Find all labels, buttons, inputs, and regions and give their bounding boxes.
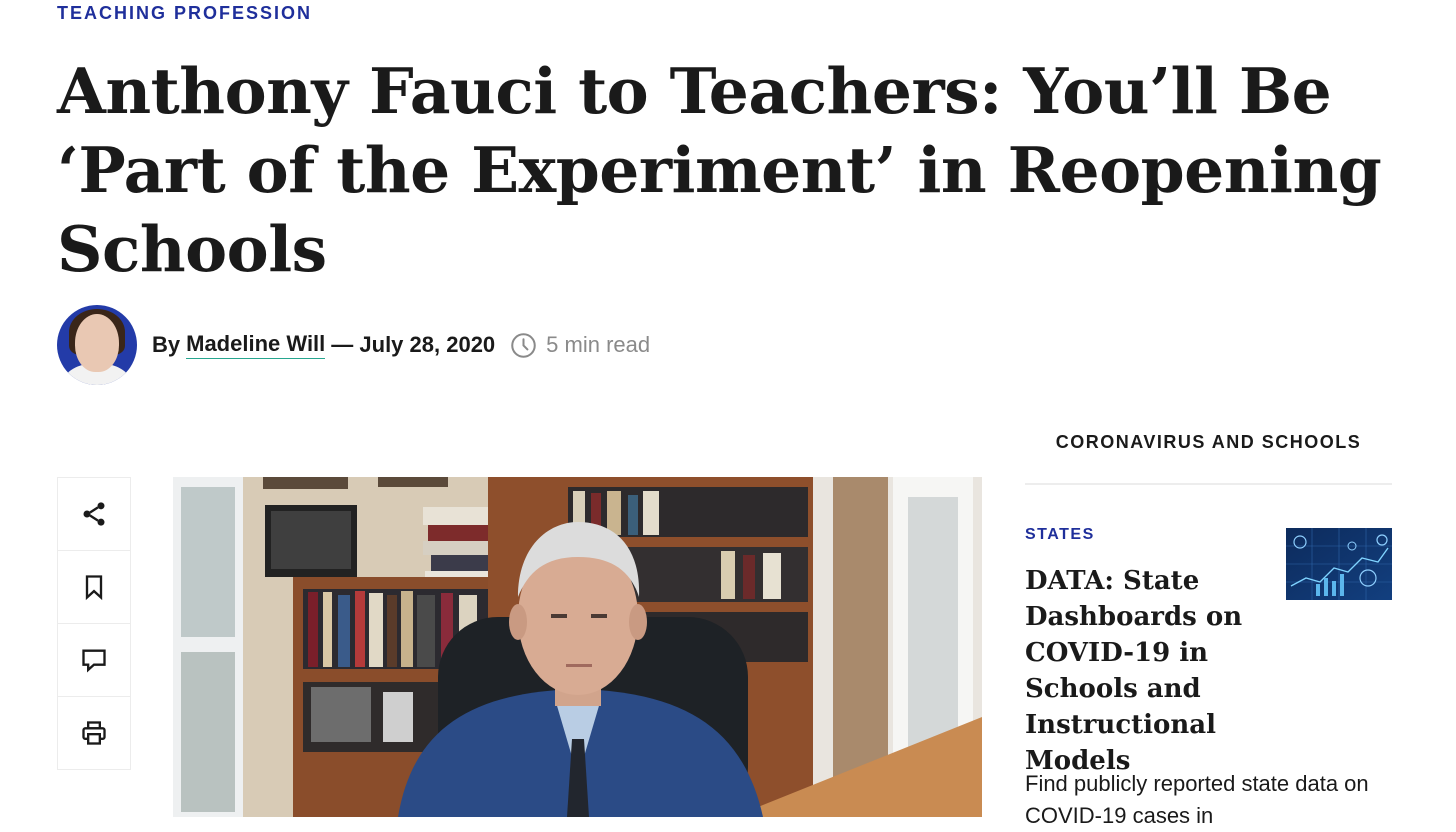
share-icon <box>83 502 105 526</box>
author-link[interactable]: Madeline Will <box>186 331 326 359</box>
clock-icon <box>511 332 536 358</box>
publish-date: — July 28, 2020 <box>331 332 496 357</box>
print-button[interactable] <box>58 697 130 769</box>
hero-image <box>173 477 982 817</box>
article-headline: Anthony Fauci to Teachers: You’ll Be ‘Pa… <box>57 54 1382 286</box>
byline: By Madeline Will — July 28, 2020 5 min r… <box>57 305 650 385</box>
card-thumbnail[interactable] <box>1286 528 1392 600</box>
share-button[interactable] <box>58 478 130 551</box>
author-avatar[interactable] <box>57 305 137 385</box>
sidebar-divider <box>1025 483 1392 485</box>
share-rail <box>57 477 131 770</box>
card-title-link[interactable]: DATA: State Dashboards on COVID-19 in Sc… <box>1025 563 1325 779</box>
card-description: Find publicly reported state data on COV… <box>1025 771 1369 828</box>
card-tag[interactable]: STATES <box>1025 526 1095 544</box>
comment-icon <box>82 649 106 673</box>
bookmark-button[interactable] <box>58 551 130 624</box>
print-icon <box>82 721 106 745</box>
byline-prefix: By <box>152 332 181 357</box>
section-kicker[interactable]: TEACHING PROFESSION <box>57 3 312 24</box>
read-time: 5 min read <box>546 332 651 357</box>
byline-text: By Madeline Will — July 28, 2020 5 min r… <box>152 331 650 359</box>
bookmark-icon <box>85 575 103 601</box>
comment-button[interactable] <box>58 624 130 697</box>
sidebar-heading[interactable]: CORONAVIRUS AND SCHOOLS <box>1025 432 1392 453</box>
